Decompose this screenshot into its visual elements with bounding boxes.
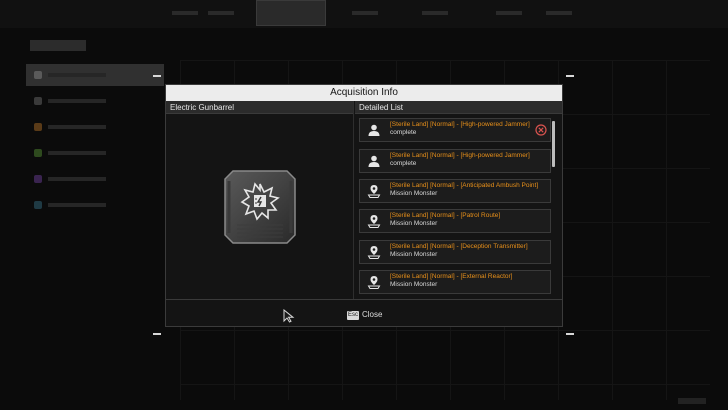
list-item-text: [Sterile Land] [Normal] - [External Reac…: [390, 273, 540, 288]
map-pin-icon: [367, 185, 381, 198]
list-item[interactable]: [Sterile Land] [Normal] - [High-powered …: [359, 149, 551, 173]
list-item-location: [Sterile Land] [Normal] - [Deception Tra…: [390, 243, 528, 250]
list-item[interactable]: [Sterile Land] [Normal] - [High-powered …: [359, 118, 551, 142]
list-item-location: [Sterile Land] [Normal] - [External Reac…: [390, 273, 513, 280]
background-sidebar-item: [26, 168, 164, 190]
map-pin-icon: [367, 215, 381, 228]
person-icon: [368, 155, 380, 167]
list-item-text: [Sterile Land] [Normal] - [Deception Tra…: [390, 243, 540, 258]
background-sidebar-item: [26, 142, 164, 164]
background-tab: [330, 0, 400, 26]
list-item-status: Mission Monster: [390, 219, 438, 227]
module-panel-header: Electric Gunbarrel: [166, 101, 353, 114]
list-item[interactable]: [Sterile Land] [Normal] - [Anticipated A…: [359, 179, 551, 203]
background-tab-active: [256, 0, 326, 26]
background-tab: [400, 0, 470, 26]
background-page-title: [30, 40, 86, 51]
background-top-nav: [0, 0, 728, 28]
acquisition-list[interactable]: [Sterile Land] [Normal] - [High-powered …: [355, 115, 562, 297]
list-item-text: [Sterile Land] [Normal] - [Anticipated A…: [390, 182, 540, 197]
dialog-header: Acquisition Info: [166, 85, 562, 101]
list-item-location: [Sterile Land] [Normal] - [Patrol Route]: [390, 212, 501, 219]
corner-mark: [566, 75, 574, 77]
detailed-list-header: Detailed List: [355, 101, 562, 114]
background-corner-hint: [678, 398, 706, 404]
list-item-location: [Sterile Land] [Normal] - [Anticipated A…: [390, 182, 539, 189]
corner-mark: [153, 333, 161, 335]
background-tab: [186, 0, 256, 26]
electric-gunbarrel-module-icon: [224, 170, 296, 244]
background-sidebar-item: [26, 64, 164, 86]
list-item[interactable]: [Sterile Land] [Normal] - [External Reac…: [359, 270, 551, 294]
cancel-badge-icon[interactable]: [535, 124, 547, 136]
corner-mark: [566, 333, 574, 335]
map-pin-icon: [367, 276, 381, 289]
list-item-location: [Sterile Land] [Normal] - [High-powered …: [390, 121, 530, 128]
dialog-title: Acquisition Info: [330, 87, 398, 98]
person-icon: [368, 124, 380, 136]
background-sidebar-item: [26, 90, 164, 112]
detailed-list-panel: Detailed List [Sterile Land] [Normal] - …: [355, 101, 562, 299]
esc-key-hint: Esc: [347, 311, 359, 320]
list-scrollbar[interactable]: [552, 121, 555, 167]
list-item-status: Mission Monster: [390, 189, 438, 197]
list-item[interactable]: [Sterile Land] [Normal] - [Patrol Route]…: [359, 209, 551, 233]
module-name: Electric Gunbarrel: [170, 103, 235, 112]
dialog-footer: Esc Close: [166, 299, 562, 327]
list-item-text: [Sterile Land] [Normal] - [High-powered …: [390, 121, 540, 136]
list-item-status: complete: [390, 128, 417, 136]
list-item-status: Mission Monster: [390, 280, 438, 288]
list-item-text: [Sterile Land] [Normal] - [High-powered …: [390, 152, 540, 167]
mouse-cursor-icon: [283, 309, 295, 323]
background-sidebar-item: [26, 194, 164, 216]
list-item-status: Mission Monster: [390, 250, 438, 258]
corner-mark: [153, 75, 161, 77]
acquisition-info-dialog: Acquisition Info Electric Gunbarrel Deta…: [165, 84, 563, 327]
background-sidebar-item: [26, 116, 164, 138]
detailed-list-title: Detailed List: [359, 103, 404, 112]
list-item-status: complete: [390, 159, 417, 167]
map-pin-icon: [367, 246, 381, 259]
module-panel: Electric Gunbarrel: [166, 101, 354, 299]
background-sidebar: [26, 64, 164, 220]
close-label: Close: [362, 310, 383, 319]
list-item[interactable]: [Sterile Land] [Normal] - [Deception Tra…: [359, 240, 551, 264]
list-item-location: [Sterile Land] [Normal] - [High-powered …: [390, 152, 530, 159]
list-item-text: [Sterile Land] [Normal] - [Patrol Route]…: [390, 212, 540, 227]
background-tab: [524, 0, 594, 26]
